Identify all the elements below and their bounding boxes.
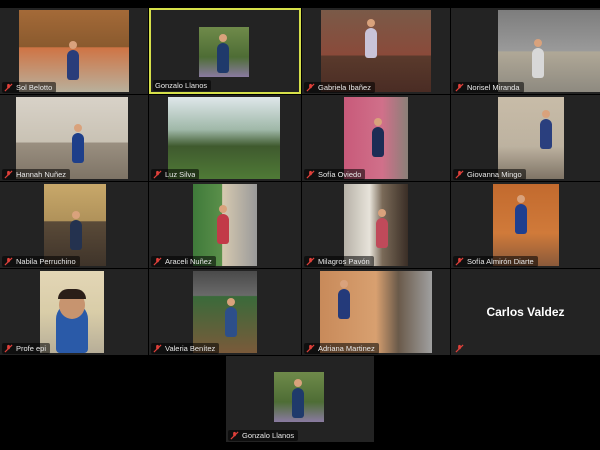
mic-off-icon xyxy=(4,170,13,179)
participant-name-bar: Valeria Benítez xyxy=(151,343,220,354)
participant-tile[interactable]: Hannah Nuñez xyxy=(0,95,148,181)
video-feed xyxy=(168,97,280,179)
participant-name: Adriana Martinez xyxy=(318,344,375,353)
mic-off-icon xyxy=(455,257,464,266)
video-feed xyxy=(16,97,128,179)
participant-name-bar: Sol Belotto xyxy=(2,82,57,93)
mic-off-icon xyxy=(455,170,464,179)
participant-name: Sol Belotto xyxy=(16,83,53,92)
participant-tile[interactable]: Adriana Martinez xyxy=(302,269,450,355)
mic-off-icon xyxy=(306,170,315,179)
participant-tile[interactable]: Milagros Pavón xyxy=(302,182,450,268)
mic-off-icon xyxy=(306,257,315,266)
participant-name-bar: Hannah Nuñez xyxy=(2,169,71,180)
participant-tile[interactable]: Araceli Nuñez xyxy=(149,182,301,268)
video-feed xyxy=(344,184,408,266)
participant-tile[interactable]: Sofía Oviedo xyxy=(302,95,450,181)
participant-display-name: Carlos Valdez xyxy=(486,305,565,319)
video-feed xyxy=(274,372,324,422)
mic-off-icon xyxy=(4,344,13,353)
participant-name-bar: Luz Silva xyxy=(151,169,200,180)
mic-off-icon xyxy=(230,431,239,440)
participant-tile[interactable]: Sofía Almirón Diarte xyxy=(451,182,600,268)
video-feed xyxy=(193,184,257,266)
participant-tile[interactable]: Profe epi xyxy=(0,269,148,355)
mic-off-icon xyxy=(4,83,13,92)
participant-name: Hannah Nuñez xyxy=(16,170,67,179)
participant-name-bar: Adriana Martinez xyxy=(304,343,379,354)
participant-name: Milagros Pavón xyxy=(318,257,370,266)
participant-name: Valeria Benítez xyxy=(165,344,216,353)
participant-name: Araceli Nuñez xyxy=(165,257,212,266)
participant-name: Profe epi xyxy=(16,344,47,353)
video-feed xyxy=(320,271,432,353)
participant-tile[interactable]: Valeria Benítez xyxy=(149,269,301,355)
mic-off-icon xyxy=(153,257,162,266)
video-feed xyxy=(344,97,408,179)
mic-off-icon xyxy=(153,170,162,179)
participant-name-bar: Gonzalo Llanos xyxy=(153,80,212,91)
participant-tile[interactable]: Luz Silva xyxy=(149,95,301,181)
participant-name: Norisel Miranda xyxy=(467,83,520,92)
participant-name: Sofía Oviedo xyxy=(318,170,362,179)
participant-name: Gonzalo Llanos xyxy=(155,81,208,90)
participant-name-bar: Giovanna Mingo xyxy=(453,169,526,180)
participant-name-bar: Nabila Perruchino xyxy=(2,256,80,267)
video-feed xyxy=(498,97,564,179)
video-feed xyxy=(498,10,600,92)
participant-name: Gabriela Ibañez xyxy=(318,83,371,92)
participant-tile[interactable]: Norisel Miranda xyxy=(451,8,600,94)
video-feed xyxy=(493,184,559,266)
video-feed xyxy=(199,27,249,77)
participant-name-bar: Sofía Almirón Diarte xyxy=(453,256,538,267)
video-feed xyxy=(193,271,257,353)
participant-tile[interactable]: Nabila Perruchino xyxy=(0,182,148,268)
mic-off-icon xyxy=(455,344,464,353)
mic-off-icon xyxy=(306,83,315,92)
video-feed xyxy=(40,271,104,353)
mic-off-icon xyxy=(455,83,464,92)
participant-name: Sofía Almirón Diarte xyxy=(467,257,534,266)
video-feed xyxy=(19,10,129,92)
participant-name: Nabila Perruchino xyxy=(16,257,76,266)
participant-name-bar: Milagros Pavón xyxy=(304,256,374,267)
participant-name-bar: Norisel Miranda xyxy=(453,82,524,93)
mic-off-icon xyxy=(153,344,162,353)
participant-name-bar: Sofía Oviedo xyxy=(304,169,366,180)
participant-tile[interactable]: Sol Belotto xyxy=(0,8,148,94)
participant-name-bar: Gabriela Ibañez xyxy=(304,82,375,93)
participant-name: Gonzalo Llanos xyxy=(242,431,295,440)
mic-off-icon xyxy=(306,344,315,353)
participant-name-bar: Gonzalo Llanos xyxy=(228,430,299,441)
participant-tile[interactable]: Giovanna Mingo xyxy=(451,95,600,181)
video-feed xyxy=(321,10,431,92)
mic-off-icon xyxy=(4,257,13,266)
participant-name-bar: Araceli Nuñez xyxy=(151,256,216,267)
participant-tile[interactable]: Gabriela Ibañez xyxy=(302,8,450,94)
participant-tile-active-speaker[interactable]: Gonzalo Llanos xyxy=(149,8,301,94)
participant-name: Luz Silva xyxy=(165,170,196,179)
participant-name-bar: Profe epi xyxy=(2,343,51,354)
participant-tile-video-off[interactable]: Carlos Valdez xyxy=(451,269,600,355)
participant-name-bar xyxy=(453,343,468,354)
participant-tile[interactable]: Gonzalo Llanos xyxy=(226,356,374,442)
participant-name: Giovanna Mingo xyxy=(467,170,522,179)
video-feed xyxy=(44,184,106,266)
